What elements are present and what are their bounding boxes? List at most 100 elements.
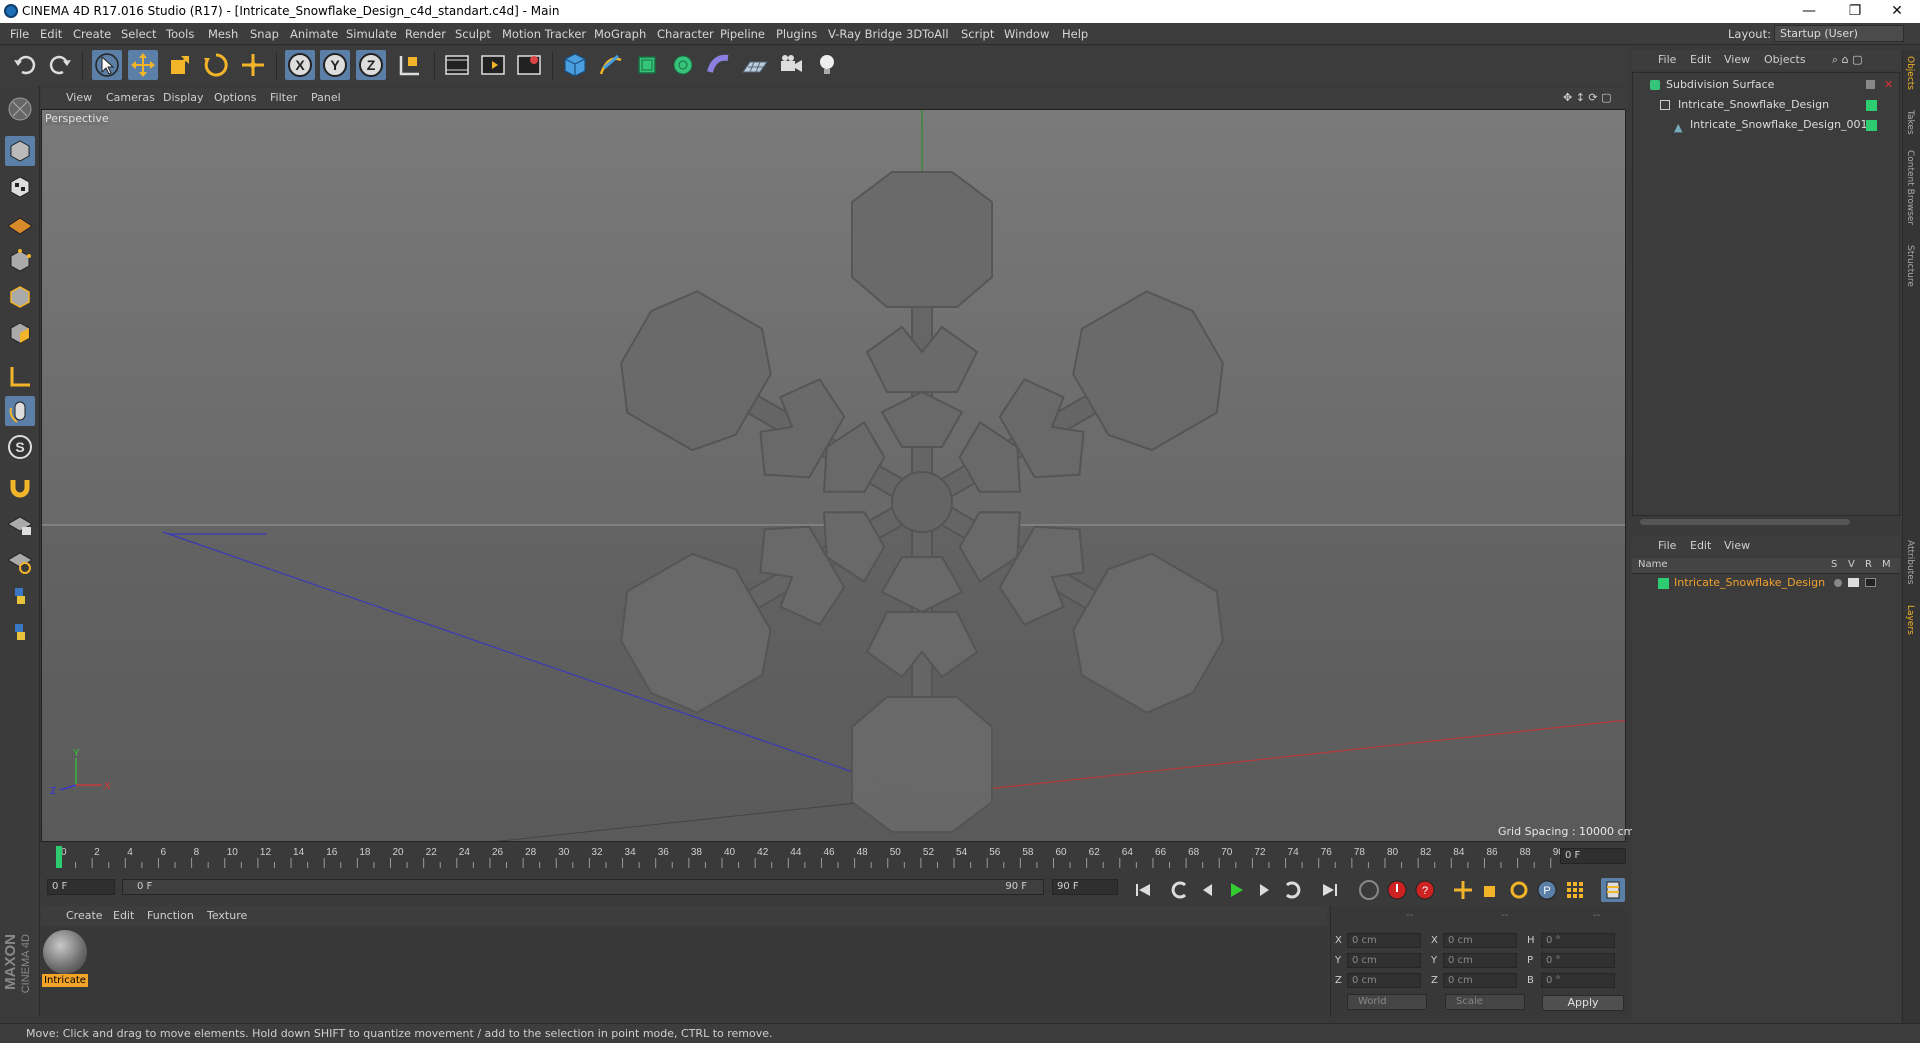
menu-plugins[interactable]: Plugins bbox=[776, 27, 817, 41]
autokey-icon[interactable]: ? bbox=[1413, 878, 1437, 902]
record-keyframe-icon[interactable] bbox=[1385, 878, 1409, 902]
3d-viewport[interactable]: Y X Z bbox=[41, 109, 1626, 842]
spline-pen-icon[interactable] bbox=[596, 50, 626, 80]
coord-size-z-field[interactable]: 0 cm bbox=[1443, 973, 1517, 988]
material-menu-function[interactable]: Function bbox=[147, 909, 194, 922]
om-menu-view[interactable]: View bbox=[1724, 53, 1750, 66]
minimize-button[interactable]: — bbox=[1786, 0, 1832, 23]
layer-name[interactable]: Intricate_Snowflake_Design bbox=[1674, 574, 1825, 592]
tab-structure[interactable]: Structure bbox=[1905, 245, 1915, 287]
key-parameter-icon[interactable]: P bbox=[1535, 878, 1559, 902]
python-script-2-icon[interactable] bbox=[5, 618, 35, 648]
menu-render[interactable]: Render bbox=[405, 27, 446, 41]
menu-edit[interactable]: Edit bbox=[40, 27, 62, 41]
current-frame-field[interactable]: 0 F bbox=[1560, 848, 1626, 864]
goto-start-icon[interactable] bbox=[1131, 878, 1155, 902]
timeline-layout-icon[interactable] bbox=[1601, 878, 1625, 902]
points-mode-icon[interactable] bbox=[5, 246, 35, 276]
object-row-snowflake[interactable]: Intricate_Snowflake_Design bbox=[1634, 96, 1898, 114]
layer-color-swatch[interactable] bbox=[1658, 578, 1669, 589]
solo-mode-icon[interactable]: S bbox=[5, 432, 35, 462]
om-menu-objects[interactable]: Objects bbox=[1764, 53, 1806, 66]
render-picture-viewer-icon[interactable] bbox=[478, 50, 508, 80]
render-view-icon[interactable] bbox=[442, 50, 472, 80]
python-script-icon[interactable] bbox=[5, 582, 35, 612]
end-frame-field[interactable]: 90 F bbox=[1052, 879, 1118, 895]
polygons-mode-icon[interactable] bbox=[5, 318, 35, 348]
coord-pos-x-field[interactable]: 0 cm bbox=[1347, 933, 1421, 948]
redo-icon[interactable] bbox=[45, 50, 75, 80]
lm-menu-file[interactable]: File bbox=[1658, 539, 1676, 552]
cube-object-icon[interactable] bbox=[560, 50, 590, 80]
coord-rot-b-field[interactable]: 0 ° bbox=[1541, 973, 1615, 988]
layer-solo-icon[interactable] bbox=[1834, 579, 1842, 587]
menu-pipeline[interactable]: Pipeline bbox=[720, 27, 765, 41]
planar-workplane-icon[interactable] bbox=[5, 546, 35, 576]
floor-icon[interactable] bbox=[740, 50, 770, 80]
coord-size-y-field[interactable]: 0 cm bbox=[1443, 953, 1517, 968]
x-axis-lock-icon[interactable]: X bbox=[285, 50, 315, 80]
subdivision-surface-icon[interactable] bbox=[632, 50, 662, 80]
workplane-lock-icon[interactable] bbox=[5, 510, 35, 540]
restore-button[interactable]: ❐ bbox=[1832, 0, 1878, 23]
viewport-menu-filter[interactable]: Filter bbox=[270, 91, 297, 104]
start-frame-field[interactable]: 0 F bbox=[47, 879, 115, 895]
material-preview-sphere[interactable] bbox=[43, 930, 87, 974]
rotate-tool-icon[interactable] bbox=[201, 50, 231, 80]
menu-motion-tracker[interactable]: Motion Tracker bbox=[502, 27, 586, 41]
menu-tools[interactable]: Tools bbox=[166, 27, 194, 41]
layer-color-icon[interactable] bbox=[1866, 100, 1877, 111]
disabled-icon[interactable]: ✕ bbox=[1884, 76, 1893, 94]
om-menu-edit[interactable]: Edit bbox=[1690, 53, 1711, 66]
frame-range-slider[interactable]: 0 F 90 F bbox=[122, 879, 1044, 895]
om-horizontal-scrollbar[interactable] bbox=[1640, 519, 1850, 525]
object-row-subdivision-surface[interactable]: Subdivision Surface ✕ bbox=[1634, 76, 1898, 94]
material-menu-create[interactable]: Create bbox=[66, 909, 103, 922]
viewport-navigation-icons[interactable]: ✥ ↕ ⟳ ▢ bbox=[1563, 91, 1612, 104]
deformer-icon[interactable] bbox=[704, 50, 734, 80]
lm-menu-edit[interactable]: Edit bbox=[1690, 539, 1711, 552]
coord-rot-p-field[interactable]: 0 ° bbox=[1541, 953, 1615, 968]
goto-end-icon[interactable] bbox=[1318, 878, 1342, 902]
z-axis-lock-icon[interactable]: Z bbox=[356, 50, 386, 80]
timeline-playhead[interactable] bbox=[56, 846, 62, 868]
tweak-mode-icon[interactable] bbox=[5, 396, 35, 426]
key-pla-icon[interactable] bbox=[1563, 878, 1587, 902]
menu-select[interactable]: Select bbox=[121, 27, 156, 41]
material-menu-edit[interactable]: Edit bbox=[113, 909, 134, 922]
layer-color-icon[interactable] bbox=[1866, 120, 1877, 131]
menu-mograph[interactable]: MoGraph bbox=[594, 27, 646, 41]
move-tool-icon[interactable] bbox=[128, 50, 158, 80]
viewport-menu-panel[interactable]: Panel bbox=[311, 91, 341, 104]
viewport-menu-display[interactable]: Display bbox=[163, 91, 204, 104]
y-axis-lock-icon[interactable]: Y bbox=[320, 50, 350, 80]
coord-rot-h-field[interactable]: 0 ° bbox=[1541, 933, 1615, 948]
close-button[interactable]: ✕ bbox=[1874, 0, 1920, 23]
material-name-label[interactable]: Intricate bbox=[42, 974, 88, 987]
lm-menu-view[interactable]: View bbox=[1724, 539, 1750, 552]
tab-content-browser[interactable]: Content Browser bbox=[1905, 150, 1915, 225]
step-back-icon[interactable] bbox=[1196, 878, 1220, 902]
coord-pos-y-field[interactable]: 0 cm bbox=[1347, 953, 1421, 968]
light-icon[interactable] bbox=[812, 50, 842, 80]
apply-button[interactable]: Apply bbox=[1542, 995, 1624, 1011]
tab-layers[interactable]: Layers bbox=[1905, 605, 1915, 635]
workplane-mode-icon[interactable] bbox=[5, 208, 35, 238]
viewport-menu-options[interactable]: Options bbox=[214, 91, 256, 104]
coordinate-system-icon[interactable] bbox=[395, 50, 425, 80]
make-editable-icon[interactable] bbox=[5, 94, 35, 124]
layer-eye-icon[interactable] bbox=[1848, 578, 1859, 587]
key-rotation-icon[interactable] bbox=[1507, 878, 1531, 902]
menu-snap[interactable]: Snap bbox=[250, 27, 279, 41]
render-settings-icon[interactable] bbox=[514, 50, 544, 80]
menu-simulate[interactable]: Simulate bbox=[346, 27, 397, 41]
axis-mode-icon[interactable] bbox=[5, 362, 35, 392]
recent-tool-icon[interactable] bbox=[238, 50, 268, 80]
menu-3dtoall[interactable]: 3DToAll bbox=[906, 27, 949, 41]
tab-takes[interactable]: Takes bbox=[1905, 110, 1915, 135]
coord-size-x-field[interactable]: 0 cm bbox=[1443, 933, 1517, 948]
coord-transform-dropdown[interactable]: Scale bbox=[1445, 994, 1525, 1010]
viewport-menu-cameras[interactable]: Cameras bbox=[106, 91, 155, 104]
layout-dropdown[interactable]: Startup (User) bbox=[1774, 25, 1904, 42]
coord-pos-z-field[interactable]: 0 cm bbox=[1347, 973, 1421, 988]
